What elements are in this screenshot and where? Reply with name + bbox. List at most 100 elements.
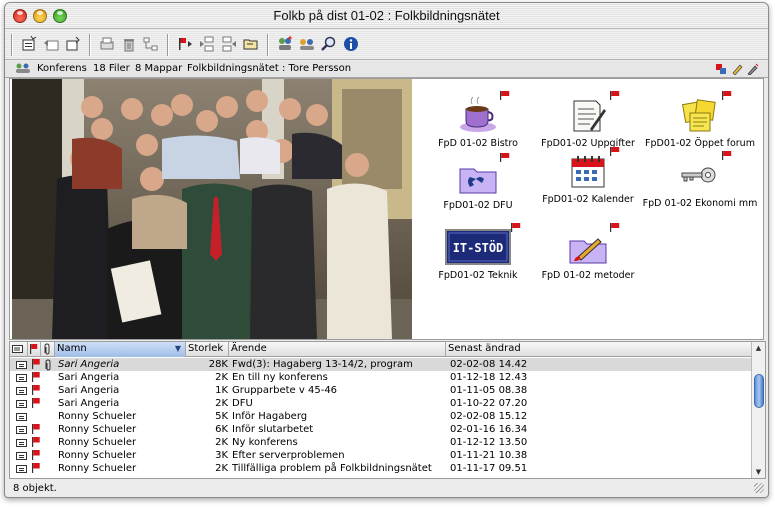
message-icon [16,465,27,473]
message-icon [16,387,27,395]
folder-label: FpD01-02 Uppgifter [541,138,635,149]
folder-uppgifter[interactable]: FpD01-02 Uppgifter [529,91,647,149]
message-size: 6K [215,424,228,435]
message-size: 2K [215,398,228,409]
header-size[interactable]: Storlek [186,342,229,357]
colors-icon[interactable] [715,63,727,78]
message-size: 2K [215,437,228,448]
folder-dfu[interactable]: FpD01-02 DFU [419,153,537,211]
folder-open-icon[interactable] [241,34,261,54]
message-subject: Inför slutarbetet [232,424,314,435]
telephone-folder-icon [454,153,510,197]
status-files: 18 Filer [93,63,130,74]
copy-icon[interactable] [63,34,83,54]
flag-next-icon[interactable] [175,34,195,54]
folder-label: FpD 01-02 Bistro [438,138,518,149]
sender-name: Ronny Schueler [58,411,137,422]
flag-icon[interactable] [32,463,40,473]
message-size: 2K [215,463,228,474]
table-row[interactable]: Sari Angeria 1K Grupparbete v 45-46 01-11-0… [10,384,752,397]
message-date: 01-12-12 13.50 [450,437,528,448]
folder-bistro[interactable]: FpD 01-02 Bistro [419,91,537,149]
header-attachment-icon[interactable] [41,342,55,357]
item-count: 8 objekt. [13,483,57,494]
toolbar-separator [89,34,91,56]
people-icon[interactable] [297,34,317,54]
message-date: 01-11-05 08.38 [450,385,528,396]
trash-icon[interactable] [119,34,139,54]
message-subject: Ny konferens [232,437,298,448]
sort-descending-icon: ▼ [174,344,181,353]
sender-name: Ronny Schueler [58,437,137,448]
folder-label: FpD 01-02 metoder [541,270,635,281]
message-rows: Sari Angeria 28K Fwd(3): Hagaberg 13-14/2,… [10,358,752,475]
print-icon[interactable] [97,34,117,54]
scroll-thumb[interactable] [754,374,764,408]
flag-icon[interactable] [32,398,40,408]
next-thread-icon[interactable] [219,34,239,54]
pencil-icon[interactable] [731,63,743,78]
tree-icon[interactable] [141,34,161,54]
table-row[interactable]: Ronny Schueler 5K Inför Hagaberg 02-02-08 1… [10,410,752,423]
message-date: 01-10-22 07.20 [450,398,528,409]
sender-name: Sari Angeria [58,359,120,370]
message-list: Namn ▼ Storlek Ärende Senast ändrad Sari… [9,341,766,479]
folder-oppet-forum[interactable]: FpD01-02 Öppet forum [641,91,759,149]
add-users-icon[interactable] [275,34,295,54]
message-date: 02-02-08 15.12 [450,411,528,422]
search-icon[interactable] [319,34,339,54]
message-subject: Fwd(3): Hagaberg 13-14/2, program [232,359,413,370]
info-icon[interactable] [341,34,361,54]
header-modified[interactable]: Senast ändrad [446,342,752,357]
message-icon [16,439,27,447]
flag-icon[interactable] [32,372,40,382]
header-flag-icon[interactable] [28,342,41,357]
title-bar[interactable]: Folkb på dist 01-02 : Folkbildningsnätet [5,3,768,29]
message-size: 5K [215,411,228,422]
vertical-scrollbar[interactable]: ▲ ▼ [751,342,765,478]
message-date: 01-11-21 10.38 [450,450,528,461]
header-subject[interactable]: Ärende [229,342,446,357]
prev-thread-icon[interactable] [197,34,217,54]
status-bar: Konferens 18 Filer 8 Mappar Folkbildning… [5,61,768,78]
folder-metoder[interactable]: FpD 01-02 metoder [529,223,647,281]
message-subject: En till ny konferens [232,372,328,383]
header-name[interactable]: Namn ▼ [55,342,186,357]
flag-icon[interactable] [32,424,40,434]
table-row[interactable]: Ronny Schueler 2K Ny konferens 01-12-12 13.… [10,436,752,449]
flag-icon[interactable] [32,385,40,395]
sticky-notes-icon [676,91,732,135]
table-row[interactable]: Ronny Schueler 6K Inför slutarbetet 02-01-1… [10,423,752,436]
reply-icon[interactable] [41,34,61,54]
group-photo [12,79,412,339]
folder-teknik[interactable]: IT-STÖD FpD01-02 Teknik [419,223,537,281]
app-window: Folkb på dist 01-02 : Folkbildningsnätet [4,2,769,498]
edit-icon[interactable] [747,63,759,78]
message-size: 28K [208,359,228,370]
status-path: Folkbildningsnätet : Tore Persson [187,63,352,74]
scroll-up-arrow[interactable]: ▲ [752,342,765,354]
flag-icon[interactable] [32,450,40,460]
new-document-icon[interactable] [19,34,39,54]
folder-label: FpD01-02 Teknik [438,270,518,281]
coffee-cup-icon [454,91,510,135]
table-row[interactable]: Ronny Schueler 2K Tillfälliga problem på F… [10,462,752,475]
flag-icon[interactable] [32,437,40,447]
table-row[interactable]: Sari Angeria 28K Fwd(3): Hagaberg 13-14/2,… [10,358,752,371]
table-row[interactable]: Sari Angeria 2K DFU 01-10-22 07.20 [10,397,752,410]
folder-kalender[interactable]: FpD01-02 Kalender [529,147,647,205]
flag-icon[interactable] [32,359,40,369]
message-date: 02-01-16 16.34 [450,424,528,435]
folder-ekonomi[interactable]: FpD 01-02 Ekonomi mm [641,151,759,209]
scroll-down-arrow[interactable]: ▼ [752,466,765,478]
table-row[interactable]: Sari Angeria 2K En till ny konferens 01-12-… [10,371,752,384]
message-subject: Grupparbete v 45-46 [232,385,338,396]
status-section: Konferens [37,63,87,74]
message-icon [16,361,27,369]
header-type-icon[interactable] [10,342,28,357]
resize-grip[interactable] [754,483,764,493]
table-row[interactable]: Ronny Schueler 3K Efter serverproblemen 01-… [10,449,752,462]
message-date: 02-02-08 14.42 [450,359,528,370]
list-header: Namn ▼ Storlek Ärende Senast ändrad [10,342,752,357]
status-folders: 8 Mappar [135,63,183,74]
